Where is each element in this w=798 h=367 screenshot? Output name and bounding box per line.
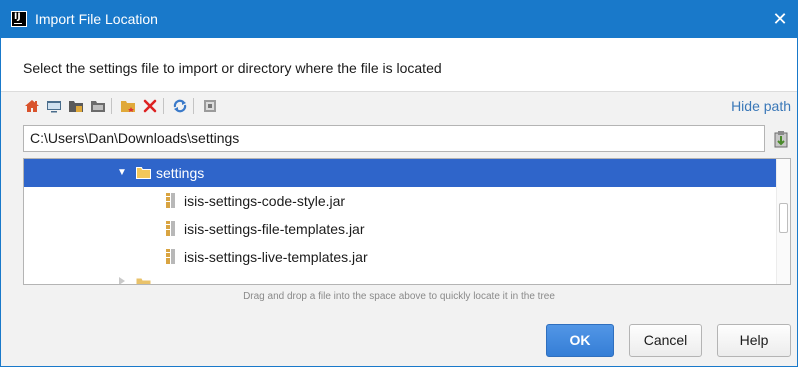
- toolbar-separator: [193, 98, 194, 114]
- jar-file-icon: [166, 249, 175, 264]
- tree-row-file[interactable]: isis-settings-file-templates.jar: [24, 215, 776, 243]
- jar-file-icon: [166, 193, 175, 208]
- tree-item-label: settings: [156, 165, 205, 181]
- desktop-icon[interactable]: [45, 97, 63, 115]
- module-folder-icon[interactable]: [89, 97, 107, 115]
- collapse-arrow-icon[interactable]: ▼: [117, 167, 127, 178]
- drag-drop-hint: Drag and drop a file into the space abov…: [243, 291, 555, 302]
- title-bar: IJ Import File Location ✕: [1, 1, 797, 38]
- toolbar-separator: [163, 98, 164, 114]
- home-icon[interactable]: [23, 97, 41, 115]
- jar-file-icon: [166, 221, 175, 236]
- toggle-hidden-icon[interactable]: [201, 97, 219, 115]
- tree-row-partial[interactable]: [24, 271, 776, 285]
- import-file-location-dialog: IJ Import File Location ✕ Select the set…: [0, 0, 798, 367]
- cancel-button[interactable]: Cancel: [629, 324, 702, 357]
- tree-row-file[interactable]: isis-settings-live-templates.jar: [24, 243, 776, 271]
- description-panel: Select the settings file to import or di…: [1, 38, 797, 92]
- folder-icon: [136, 278, 151, 284]
- intellij-app-icon: IJ: [11, 11, 27, 27]
- tree-row-file[interactable]: isis-settings-code-style.jar: [24, 187, 776, 215]
- new-folder-icon[interactable]: [119, 97, 137, 115]
- window-title: Import File Location: [35, 11, 158, 27]
- toolbar-separator: [111, 98, 112, 114]
- tree-item-label: isis-settings-file-templates.jar: [184, 221, 365, 237]
- dialog-description: Select the settings file to import or di…: [23, 60, 442, 76]
- refresh-icon[interactable]: [171, 97, 189, 115]
- expand-arrow-icon[interactable]: [118, 276, 126, 285]
- help-button[interactable]: Help: [717, 324, 791, 357]
- tree-item-label: isis-settings-live-templates.jar: [184, 249, 368, 265]
- path-input[interactable]: C:\Users\Dan\Downloads\settings: [23, 125, 765, 152]
- folder-icon: [136, 167, 151, 179]
- path-history-icon[interactable]: [772, 128, 790, 148]
- delete-icon[interactable]: [141, 97, 159, 115]
- project-folder-icon[interactable]: [67, 97, 85, 115]
- tree-row-settings[interactable]: ▼ settings: [24, 159, 776, 187]
- tree-scrollbar[interactable]: [776, 159, 790, 284]
- close-button[interactable]: ✕: [763, 1, 797, 38]
- scrollbar-thumb[interactable]: [779, 203, 788, 233]
- file-tree[interactable]: ▼ settings isis-settings-code-style.jar …: [23, 158, 791, 285]
- tree-item-label: isis-settings-code-style.jar: [184, 193, 346, 209]
- ok-button[interactable]: OK: [546, 324, 614, 357]
- hide-path-link[interactable]: Hide path: [731, 98, 791, 114]
